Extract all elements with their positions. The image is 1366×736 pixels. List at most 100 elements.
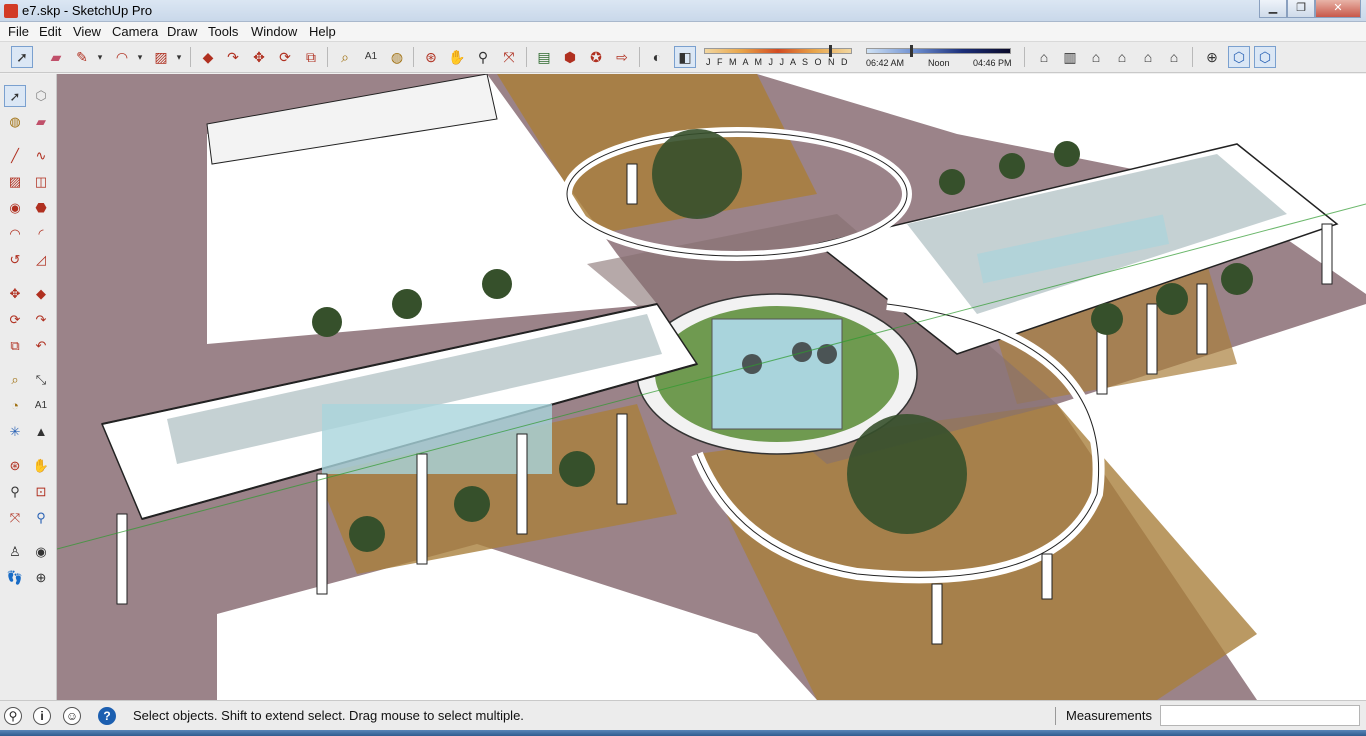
eraser-tool-icon[interactable]: ▰ [30, 111, 52, 133]
zoom-tool-icon[interactable]: ⚲ [4, 481, 26, 503]
geolocation-icon[interactable]: ⚲ [4, 707, 22, 725]
maximize-button[interactable]: ❐ [1287, 0, 1315, 18]
model-viewport[interactable] [57, 74, 1366, 700]
eraser-tool-icon[interactable]: ▰ [45, 46, 67, 68]
paint-bucket-tool-icon[interactable]: ◍ [386, 46, 408, 68]
front-view-icon[interactable]: ⌂ [1085, 46, 1107, 68]
ring-post [931, 583, 943, 645]
display-shadows-icon[interactable]: ◧ [674, 46, 696, 68]
measurements-input[interactable] [1160, 705, 1360, 726]
menu-view[interactable]: View [73, 24, 101, 39]
rectangle-tool-icon[interactable]: ▨ [4, 171, 26, 193]
dimension-tool-icon[interactable]: ⤡ [30, 369, 52, 391]
menu-draw[interactable]: Draw [167, 24, 197, 39]
pergola-post [116, 513, 128, 605]
axes-tool-icon[interactable]: ✳ [4, 421, 26, 443]
shrub [392, 289, 422, 319]
zoom-tool-icon[interactable]: ⚲ [472, 46, 494, 68]
warehouse-icon[interactable]: ▤ [533, 46, 555, 68]
credits-info-icon[interactable]: i [33, 707, 51, 725]
scale-tool-icon[interactable]: ⧉ [4, 335, 26, 357]
pan-tool-icon[interactable]: ✋ [446, 46, 468, 68]
walk-tool-icon[interactable]: 👣 [4, 567, 26, 589]
text-tool-icon[interactable]: A1 [360, 46, 382, 68]
protractor-tool-icon[interactable]: ◔ [4, 395, 26, 417]
orbit-tool-icon[interactable]: ⊛ [4, 455, 26, 477]
top-view-icon[interactable]: ▥ [1059, 46, 1081, 68]
push-pull-tool-icon[interactable]: ◆ [30, 283, 52, 305]
tape-measure-tool-icon[interactable]: ⌕ [334, 46, 356, 68]
menu-camera[interactable]: Camera [112, 24, 158, 39]
right-view-icon[interactable]: ⌂ [1111, 46, 1133, 68]
rotate-tool-icon[interactable]: ⟳ [4, 309, 26, 331]
shadow-time-slider[interactable] [866, 48, 1011, 54]
3d-text-tool-icon[interactable]: ▲ [30, 421, 52, 443]
follow-me-tool-icon[interactable]: ↷ [222, 46, 244, 68]
two-point-arc-tool-icon[interactable]: ◜ [30, 223, 52, 245]
circle-tool-icon[interactable]: ◉ [4, 197, 26, 219]
fountain-jet [817, 344, 837, 364]
shrub [312, 307, 342, 337]
menu-file[interactable]: File [8, 24, 29, 39]
tape-measure-tool-icon[interactable]: ⌕ [4, 369, 26, 391]
pie-tool-icon[interactable]: ◿ [30, 249, 52, 271]
shrub [454, 486, 490, 522]
back-view-icon[interactable]: ⌂ [1137, 46, 1159, 68]
line-tool-icon[interactable]: ╱ [4, 145, 26, 167]
polygon-tool-icon[interactable]: ⬣ [30, 197, 52, 219]
menu-edit[interactable]: Edit [39, 24, 61, 39]
shadow-time-noon: Noon [928, 58, 950, 68]
freehand-tool-icon[interactable]: ∿ [30, 145, 52, 167]
user-account-icon[interactable]: ☺ [63, 707, 81, 725]
follow-me-tool-icon[interactable]: ↷ [30, 309, 52, 331]
xray-icon[interactable]: ⊕ [1201, 46, 1223, 68]
look-around-icon[interactable]: ◉ [30, 541, 52, 563]
three-point-arc-tool-icon[interactable]: ↺ [4, 249, 26, 271]
offset-tool-icon[interactable]: ↶ [30, 335, 52, 357]
section-plane-tool-icon[interactable]: ⊕ [30, 567, 52, 589]
help-instructor-icon[interactable]: ? [98, 707, 116, 725]
send-to-layout-icon[interactable]: ⇨ [611, 46, 633, 68]
iso-view-icon[interactable]: ⌂ [1033, 46, 1055, 68]
section-display-icon[interactable]: ⬡ [1254, 46, 1276, 68]
shadow-date-handle[interactable] [829, 45, 832, 57]
rotate-tool-icon[interactable]: ⟳ [274, 46, 296, 68]
rectangle-dropdown-icon[interactable]: ▾ [168, 46, 190, 68]
section-plane-icon[interactable]: ⬡ [1228, 46, 1250, 68]
rotated-rectangle-tool-icon[interactable]: ◫ [30, 171, 52, 193]
pencil-dropdown-icon[interactable]: ▾ [89, 46, 111, 68]
paint-bucket-tool-icon[interactable]: ◍ [4, 111, 26, 133]
tree [847, 414, 967, 534]
menu-help[interactable]: Help [309, 24, 336, 39]
arc-tool-icon[interactable]: ◠ [4, 223, 26, 245]
close-button[interactable]: ✕ [1315, 0, 1361, 18]
shadow-settings-icon[interactable]: ◐ [646, 46, 668, 68]
position-camera-icon[interactable]: ♙ [4, 541, 26, 563]
select-tool-icon[interactable]: ➚ [11, 46, 33, 68]
menu-tools[interactable]: Tools [208, 24, 238, 39]
extension-warehouse-icon[interactable]: ✪ [585, 46, 607, 68]
arc-dropdown-icon[interactable]: ▾ [129, 46, 151, 68]
zoom-extents-tool-icon[interactable]: ⤧ [4, 507, 26, 529]
menu-window[interactable]: Window [251, 24, 297, 39]
pan-tool-icon[interactable]: ✋ [30, 455, 52, 477]
scale-tool-icon[interactable]: ⧉ [300, 46, 322, 68]
minimize-button[interactable]: ▁ [1259, 0, 1287, 18]
orbit-tool-icon[interactable]: ⊛ [420, 46, 442, 68]
sketchup-logo-icon [4, 4, 18, 18]
zoom-window-tool-icon[interactable]: ⊡ [30, 481, 52, 503]
previous-view-icon[interactable]: ⚲ [30, 507, 52, 529]
pergola-post [1321, 223, 1333, 285]
make-component-icon[interactable]: ⬡ [30, 85, 52, 107]
components-icon[interactable]: ⬢ [559, 46, 581, 68]
shadow-time-handle[interactable] [910, 45, 913, 57]
move-tool-icon[interactable]: ✥ [4, 283, 26, 305]
pergola-post [516, 433, 528, 535]
move-tool-icon[interactable]: ✥ [248, 46, 270, 68]
text-tool-icon[interactable]: A1 [30, 395, 52, 417]
left-view-icon[interactable]: ⌂ [1163, 46, 1185, 68]
select-tool-icon[interactable]: ➚ [4, 85, 26, 107]
shrub [1054, 141, 1080, 167]
zoom-extents-tool-icon[interactable]: ⤧ [498, 46, 520, 68]
push-pull-tool-icon[interactable]: ◆ [197, 46, 219, 68]
